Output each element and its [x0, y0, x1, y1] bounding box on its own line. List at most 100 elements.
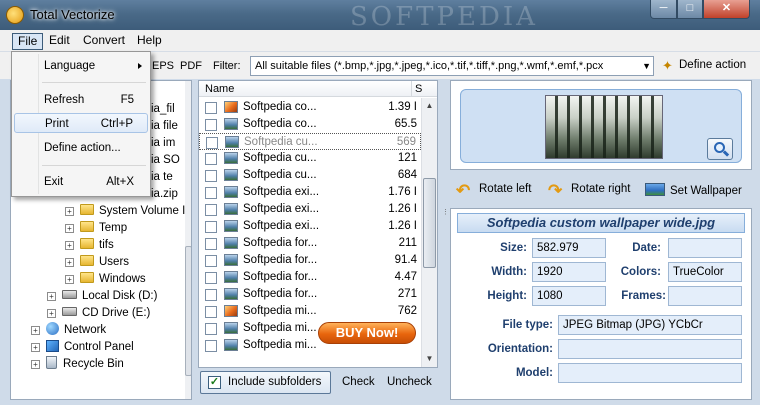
expand-icon[interactable]: + [47, 309, 56, 318]
file-row[interactable]: Softpedia cu... 569 [199, 133, 421, 150]
rotate-right-button[interactable]: ↷ Rotate right [548, 182, 630, 199]
tree-item-temp[interactable]: + Temp [65, 220, 127, 237]
file-row[interactable]: Softpedia for... 211 [199, 235, 421, 252]
tree-item-network[interactable]: + Network [31, 322, 106, 339]
menu-convert[interactable]: Convert [78, 33, 130, 50]
zoom-button[interactable] [707, 138, 733, 160]
expand-icon[interactable]: + [65, 258, 74, 267]
maximize-button[interactable]: □ [677, 0, 703, 19]
buy-now-button[interactable]: BUY Now! [318, 322, 416, 344]
row-checkbox[interactable] [205, 238, 217, 250]
row-checkbox[interactable] [205, 102, 217, 114]
scroll-down-icon[interactable]: ▼ [422, 351, 437, 367]
rotate-left-button[interactable]: ↶ Rotate left [456, 182, 531, 199]
minimize-button[interactable]: ─ [650, 0, 677, 19]
splitter-grip-icon[interactable]: ⋮ [442, 208, 449, 228]
tree-item-system-volume[interactable]: + System Volume I [65, 203, 185, 220]
file-row[interactable]: Softpedia mi... 762 [199, 303, 421, 320]
file-row[interactable]: Softpedia co... 65.5 [199, 116, 421, 133]
tree-item-cd-drive-e[interactable]: + CD Drive (E:) [47, 305, 150, 322]
recycle-bin-icon [46, 356, 57, 369]
close-button[interactable]: ✕ [703, 0, 750, 19]
date-value [668, 238, 742, 258]
tree-item-control-panel[interactable]: + Control Panel [31, 339, 134, 356]
file-row[interactable]: Softpedia for... 271 [199, 286, 421, 303]
expand-icon[interactable]: + [31, 360, 40, 369]
tree-item-windows[interactable]: + Windows [65, 271, 146, 288]
tree-item-recycle-bin[interactable]: + Recycle Bin [31, 356, 124, 373]
image-file-icon [224, 237, 238, 249]
tree-item-users[interactable]: + Users [65, 254, 129, 271]
scrollbar-thumb[interactable] [423, 178, 436, 268]
set-wallpaper-button[interactable]: Set Wallpaper [645, 183, 742, 197]
format-eps[interactable]: EPS [152, 60, 174, 72]
file-size: 1.76 I [388, 186, 417, 198]
row-checkbox[interactable] [206, 137, 218, 149]
tree-item-tifs[interactable]: + tifs [65, 237, 114, 254]
menu-item-define-action[interactable]: Define action... [14, 138, 148, 158]
image-file-icon [224, 254, 238, 266]
menu-item-print[interactable]: Print Ctrl+P [14, 113, 148, 133]
menu-item-exit[interactable]: Exit Alt+X [14, 172, 148, 192]
panel-splitter[interactable]: ⋮ [441, 80, 449, 400]
row-checkbox[interactable] [205, 306, 217, 318]
column-header-size[interactable]: S [415, 83, 422, 95]
row-checkbox[interactable] [205, 119, 217, 131]
file-row[interactable]: Softpedia for... 91.4 [199, 252, 421, 269]
file-row[interactable]: Softpedia cu... 684 [199, 167, 421, 184]
row-checkbox[interactable] [205, 187, 217, 199]
row-checkbox[interactable] [205, 323, 217, 335]
chevron-down-icon[interactable]: ▼ [642, 57, 651, 75]
row-checkbox[interactable] [205, 272, 217, 284]
scrollbar-thumb[interactable] [185, 246, 191, 376]
file-row[interactable]: Softpedia co... 1.39 I [199, 99, 421, 116]
scroll-up-icon[interactable]: ▲ [422, 98, 437, 114]
tree-item[interactable]: ia im [151, 135, 175, 152]
row-checkbox[interactable] [205, 289, 217, 301]
menu-separator [42, 165, 146, 166]
row-checkbox[interactable] [205, 255, 217, 267]
image-file-icon [224, 288, 238, 300]
file-row[interactable]: Softpedia exi... 1.26 I [199, 218, 421, 235]
menu-item-language[interactable]: Language [14, 56, 148, 76]
expand-icon[interactable]: + [65, 241, 74, 250]
menu-item-refresh[interactable]: Refresh F5 [14, 90, 148, 110]
tree-item[interactable]: ia SO [151, 152, 180, 169]
format-pdf[interactable]: PDF [180, 60, 202, 72]
expand-icon[interactable]: + [65, 207, 74, 216]
expand-icon[interactable]: + [31, 326, 40, 335]
tree-item[interactable]: ia file [151, 118, 178, 135]
tree-item[interactable]: ia.zip [151, 186, 178, 203]
uncheck-all-button[interactable]: Uncheck [387, 376, 432, 388]
row-checkbox[interactable] [205, 221, 217, 233]
tree-item[interactable]: ia te [151, 169, 173, 186]
define-action-button[interactable]: ✦ Define action [662, 58, 746, 73]
file-row[interactable]: Softpedia exi... 1.26 I [199, 201, 421, 218]
tree-scrollbar[interactable] [185, 81, 191, 399]
title-bar[interactable]: Total Vectorize SOFTPEDIA ─ □ ✕ [0, 0, 760, 32]
expand-icon[interactable]: + [47, 292, 56, 301]
menu-edit[interactable]: Edit [44, 33, 75, 50]
file-row[interactable]: Softpedia exi... 1.76 I [199, 184, 421, 201]
tree-item-local-disk-d[interactable]: + Local Disk (D:) [47, 288, 157, 305]
expand-icon[interactable]: + [65, 224, 74, 233]
expand-icon[interactable]: + [65, 275, 74, 284]
file-list-scrollbar[interactable]: ▲ ▼ [421, 98, 437, 367]
file-row[interactable]: Softpedia for... 4.47 [199, 269, 421, 286]
menu-help[interactable]: Help [132, 33, 167, 50]
file-row[interactable]: Softpedia cu... 121 [199, 150, 421, 167]
menu-file[interactable]: File [12, 33, 44, 50]
row-checkbox[interactable] [205, 340, 217, 352]
expand-icon[interactable]: + [31, 343, 40, 352]
tree-item[interactable]: ia_fil [151, 101, 175, 118]
preview-panel [450, 80, 752, 170]
column-header-name[interactable]: Name [205, 83, 234, 95]
include-subfolders-toggle[interactable]: ✓ Include subfolders [200, 371, 331, 394]
filter-select[interactable]: All suitable files (*.bmp,*.jpg,*.jpeg,*… [250, 56, 654, 76]
check-all-button[interactable]: Check [342, 376, 375, 388]
row-checkbox[interactable] [205, 204, 217, 216]
column-divider[interactable] [411, 81, 412, 97]
image-file-icon [224, 203, 238, 215]
row-checkbox[interactable] [205, 153, 217, 165]
row-checkbox[interactable] [205, 170, 217, 182]
